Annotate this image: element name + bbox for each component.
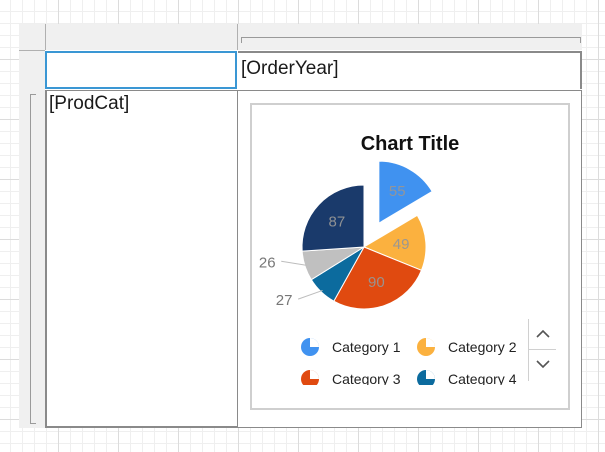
chevron-down-icon (536, 360, 550, 369)
leader-line (297, 289, 323, 300)
legend-scrollbar[interactable] (528, 319, 556, 381)
leader-line (281, 260, 307, 266)
tablix[interactable]: [OrderYear] [ProdCat] Chart Title 55 49 90… (19, 24, 582, 428)
data-label: 55 (389, 183, 406, 200)
legend-item[interactable]: Category 2 (416, 337, 516, 357)
legend-label: Category 2 (448, 339, 517, 355)
handle-divider (237, 24, 238, 50)
legend-item[interactable]: Category 1 (300, 337, 400, 357)
data-label: 26 (259, 254, 276, 271)
legend-label: Category 1 (332, 339, 401, 355)
data-label: 90 (368, 274, 385, 291)
scroll-divider (529, 349, 556, 350)
column-group-cell[interactable]: [OrderYear] (238, 51, 582, 89)
legend-label: Category 4 (448, 371, 517, 385)
pie-legend-icon (301, 338, 319, 356)
pie-legend-icon (417, 338, 435, 356)
legend-item[interactable]: Category 3 (300, 369, 400, 385)
chart-legend[interactable]: Category 1 Category 2 Category 3 Categor… (300, 335, 528, 385)
legend-scroll-down-button[interactable] (530, 351, 556, 377)
chart-frame[interactable]: Chart Title 55 49 90 27 26 87 Category 1 Cate… (250, 103, 570, 410)
legend-item[interactable]: Category 4 (416, 369, 516, 385)
data-cell[interactable]: Chart Title 55 49 90 27 26 87 Category 1 Cate… (238, 91, 582, 428)
legend-scroll-up-button[interactable] (530, 321, 556, 347)
pie-chart[interactable]: 55 49 90 27 26 87 (252, 145, 568, 315)
order-year-field: [OrderYear] (241, 58, 339, 79)
prod-cat-field: [ProdCat] (49, 93, 130, 114)
data-label: 27 (276, 292, 293, 309)
corner-cell[interactable] (45, 51, 237, 89)
chevron-up-icon (536, 329, 550, 338)
pie-legend-icon (301, 370, 319, 385)
row-group-cell[interactable]: [ProdCat] (45, 91, 238, 428)
row-group-bracket[interactable] (30, 94, 36, 424)
pie-legend-icon (417, 370, 435, 385)
column-group-bracket[interactable] (241, 37, 581, 43)
data-label: 87 (329, 214, 346, 231)
data-label: 49 (393, 236, 410, 253)
legend-label: Category 3 (332, 371, 401, 385)
